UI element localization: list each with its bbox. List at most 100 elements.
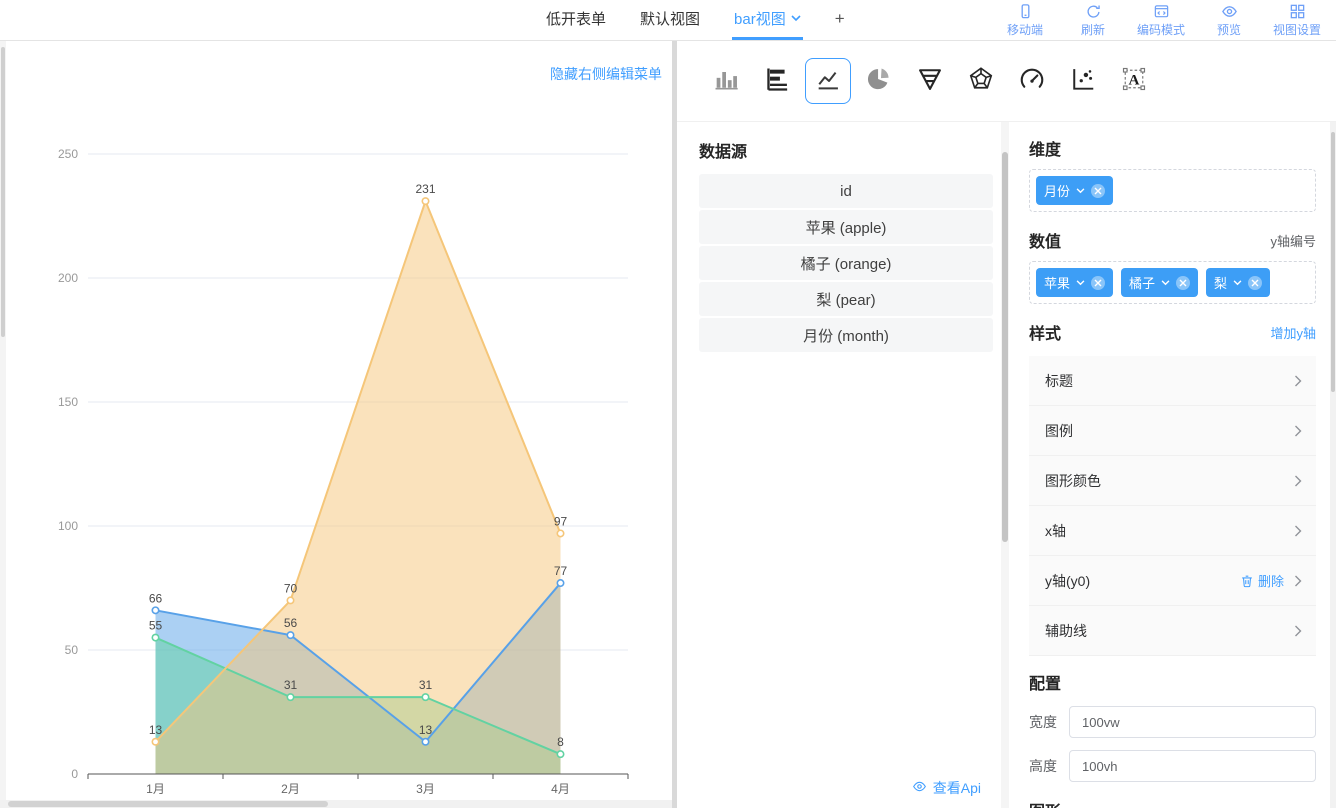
text-chart-icon: A <box>1120 65 1148 98</box>
preview-icon <box>1221 3 1238 20</box>
style-item-0[interactable]: 标题 <box>1029 356 1316 406</box>
chevron-down-icon <box>791 15 801 22</box>
svg-text:150: 150 <box>58 395 78 409</box>
chevron-down-icon[interactable] <box>1076 280 1085 286</box>
chart-type-text-button[interactable]: A <box>1111 58 1157 104</box>
value-tag-0[interactable]: 苹果 <box>1036 268 1113 297</box>
refresh-icon <box>1085 3 1102 20</box>
view-api-link[interactable]: 查看Api <box>912 778 993 798</box>
视图设置-tool-button[interactable]: 视图设置 <box>1268 3 1326 38</box>
style-item-4[interactable]: y轴(y0) 删除 <box>1029 556 1316 606</box>
datasource-field-4[interactable]: 月份 (month) <box>699 318 993 352</box>
svg-text:31: 31 <box>284 678 298 692</box>
bottom-horizontal-scrollbar[interactable] <box>0 800 672 808</box>
view-tab-1[interactable]: 默认视图 <box>638 0 702 40</box>
tag-label: 苹果 <box>1044 273 1070 292</box>
tag-label: 橘子 <box>1129 273 1155 292</box>
svg-text:77: 77 <box>554 564 568 578</box>
svg-text:31: 31 <box>419 678 433 692</box>
chart-type-scatter-button[interactable] <box>1060 58 1106 104</box>
tool-label: 移动端 <box>1007 21 1043 38</box>
style-item-2[interactable]: 图形颜色 <box>1029 456 1316 506</box>
chevron-down-icon[interactable] <box>1161 280 1170 286</box>
datasource-field-3[interactable]: 梨 (pear) <box>699 282 993 316</box>
tab-label: bar视图 <box>734 8 786 29</box>
chart-preview-panel: 隐藏右侧编辑菜单 6656137755313181370231971月2月3月4… <box>0 41 672 808</box>
dimension-drop-zone[interactable]: 月份 <box>1029 169 1316 212</box>
chart-type-line-button[interactable] <box>805 58 851 104</box>
chart-type-pie-button[interactable] <box>856 58 902 104</box>
svg-text:250: 250 <box>58 147 78 161</box>
remove-tag-icon[interactable] <box>1091 276 1105 290</box>
code-mode-icon <box>1153 3 1170 20</box>
value-tag-1[interactable]: 橘子 <box>1121 268 1198 297</box>
tab-label: 低开表单 <box>546 8 606 29</box>
dimension-title: 维度 <box>1029 136 1316 160</box>
height-input[interactable] <box>1069 750 1316 782</box>
style-item-label: 图形颜色 <box>1045 471 1101 491</box>
datasource-field-2[interactable]: 橘子 (orange) <box>699 246 993 280</box>
chevron-down-icon[interactable] <box>1076 188 1085 194</box>
shape-title: 图形 <box>1029 798 1316 808</box>
svg-text:231: 231 <box>415 182 435 196</box>
预览-tool-button[interactable]: 预览 <box>1200 3 1258 38</box>
style-item-label: 图例 <box>1045 421 1073 441</box>
value-tag-2[interactable]: 梨 <box>1206 268 1270 297</box>
funnel-chart-icon <box>916 65 944 98</box>
datasource-title: 数据源 <box>699 138 993 162</box>
radar-chart-icon <box>967 65 995 98</box>
svg-text:8: 8 <box>557 735 564 749</box>
svg-text:97: 97 <box>554 514 568 528</box>
style-item-label: y轴(y0) <box>1045 571 1090 591</box>
add-y-axis-link[interactable]: 增加y轴 <box>1270 323 1316 342</box>
config-panel-scrollbar[interactable] <box>1330 122 1336 808</box>
scatter-chart-icon <box>1069 65 1097 98</box>
chart-type-funnel-button[interactable] <box>907 58 953 104</box>
view-settings-icon <box>1289 3 1306 20</box>
移动端-tool-button[interactable]: 移动端 <box>996 3 1054 38</box>
svg-text:3月: 3月 <box>416 782 435 796</box>
style-item-label: x轴 <box>1045 521 1066 541</box>
line-area-chart: 6656137755313181370231971月2月3月4月05010015… <box>0 41 672 808</box>
hide-right-menu-link[interactable]: 隐藏右侧编辑菜单 <box>550 64 662 84</box>
刷新-tool-button[interactable]: 刷新 <box>1064 3 1122 38</box>
width-input[interactable] <box>1069 706 1316 738</box>
svg-text:13: 13 <box>149 723 163 737</box>
gauge-chart-icon <box>1018 65 1046 98</box>
value-drop-zone[interactable]: 苹果 橘子 梨 <box>1029 261 1316 304</box>
view-api-label: 查看Api <box>933 778 981 798</box>
chevron-down-icon[interactable] <box>1233 280 1242 286</box>
style-item-1[interactable]: 图例 <box>1029 406 1316 456</box>
middle-panel-scrollbar[interactable] <box>1001 122 1009 808</box>
编码模式-tool-button[interactable]: 编码模式 <box>1132 3 1190 38</box>
y-axis-number-label: y轴编号 <box>1270 231 1316 250</box>
add-view-tab[interactable]: + <box>833 0 847 40</box>
remove-tag-icon[interactable] <box>1248 276 1262 290</box>
svg-text:13: 13 <box>419 723 433 737</box>
height-label: 高度 <box>1029 756 1059 776</box>
view-tabs: 低开表单 默认视图 bar视图 + <box>544 0 847 40</box>
chevron-right-icon <box>1294 575 1302 587</box>
view-tab-0[interactable]: 低开表单 <box>544 0 608 40</box>
remove-tag-icon[interactable] <box>1091 184 1105 198</box>
datasource-field-0[interactable]: id <box>699 174 993 208</box>
delete-y-axis-button[interactable]: 删除 <box>1240 571 1284 590</box>
left-vertical-scrollbar[interactable] <box>0 41 6 808</box>
chart-type-horizontal-bar-button[interactable] <box>754 58 800 104</box>
style-item-3[interactable]: x轴 <box>1029 506 1316 556</box>
remove-tag-icon[interactable] <box>1176 276 1190 290</box>
dimension-tag-0[interactable]: 月份 <box>1036 176 1113 205</box>
datasource-panel: 数据源 id苹果 (apple)橘子 (orange)梨 (pear)月份 (m… <box>677 122 1001 808</box>
chart-type-gauge-button[interactable] <box>1009 58 1055 104</box>
chart-type-bar-button[interactable] <box>703 58 749 104</box>
style-item-5[interactable]: 辅助线 <box>1029 606 1316 656</box>
chart-type-toolbar: A <box>677 41 1336 121</box>
tool-label: 编码模式 <box>1137 21 1185 38</box>
view-tab-2[interactable]: bar视图 <box>732 0 803 40</box>
value-title: 数值 <box>1029 228 1061 252</box>
main-content: 隐藏右侧编辑菜单 6656137755313181370231971月2月3月4… <box>0 41 1336 808</box>
datasource-field-1[interactable]: 苹果 (apple) <box>699 210 993 244</box>
mobile-icon <box>1017 3 1034 20</box>
tab-label: + <box>835 9 845 29</box>
chart-type-radar-button[interactable] <box>958 58 1004 104</box>
